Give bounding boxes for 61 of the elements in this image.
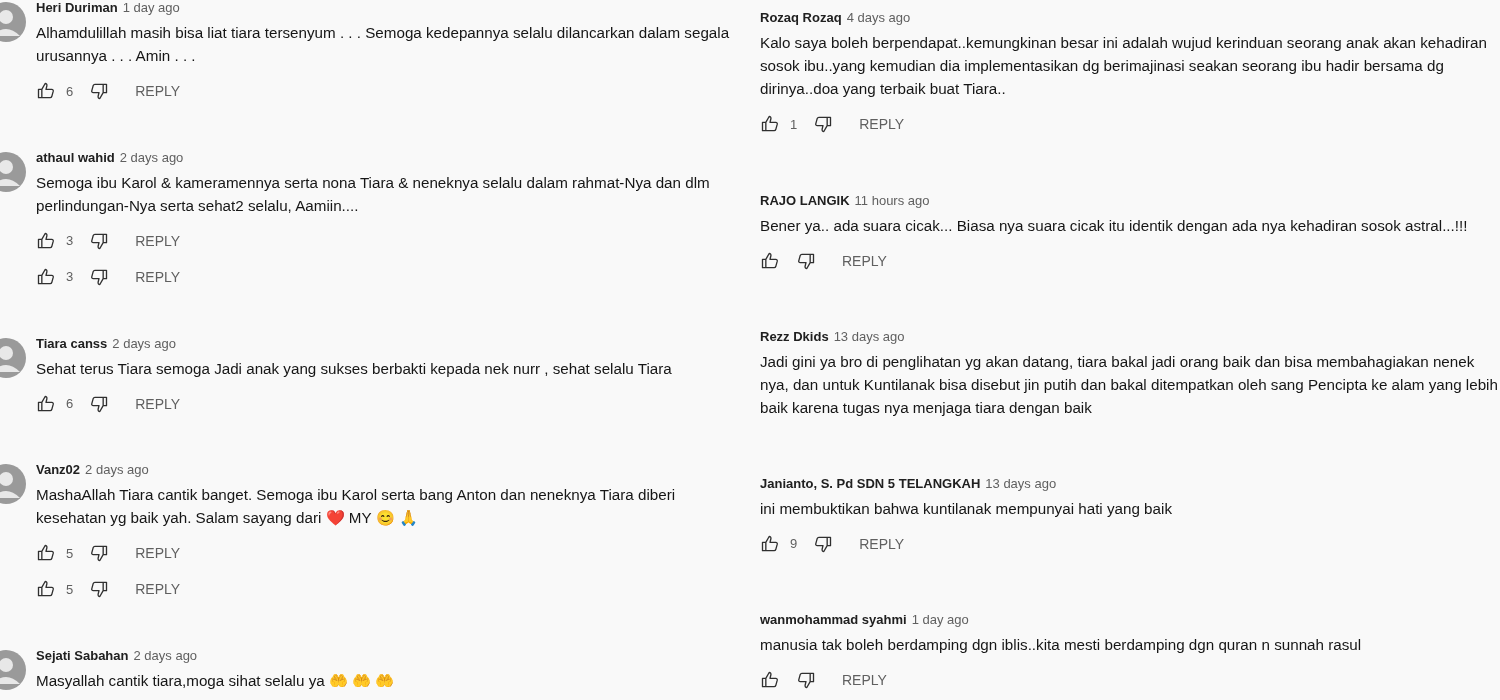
comment-time: 2 days ago: [133, 648, 198, 663]
like-count: 5: [66, 581, 74, 597]
comment-text: Kalo saya boleh berpendapat..kemungkinan besar ini adalah wujud kerinduan seorang anak akan kehadiran sosok ibu..yang kemudian dia implementasikan dg berimajinasi seakan seorang ibu hadir bersama dg dirinya..doa yang terbaik buat Tiara..: [760, 33, 1488, 99]
reply-button[interactable]: REPLY: [843, 531, 921, 556]
reply-button[interactable]: REPLY: [119, 264, 197, 289]
comment-time: 13 days ago: [985, 475, 1057, 491]
comment-time: 4 days ago: [846, 10, 911, 25]
like-count: 1: [790, 116, 798, 132]
author-name[interactable]: wanmohammad syahmi: [760, 612, 907, 627]
comment-text: ini membuktikan bahwa kuntilanak mempunyai hati yang baik: [760, 498, 1173, 519]
reply-button[interactable]: REPLY: [119, 391, 197, 416]
reply-button[interactable]: REPLY: [119, 79, 197, 103]
author-name[interactable]: Heri Duriman: [36, 0, 118, 15]
thumbs-up-icon[interactable]: [36, 81, 56, 101]
comment-time: 2 days ago: [112, 335, 176, 351]
author-name[interactable]: RAJO LANGIK: [760, 192, 850, 208]
comment-text: Masyallah cantik tiara,moga sihat selalu ya 🤲 🤲 🤲: [36, 671, 396, 691]
author-name[interactable]: Rezz Dkids: [760, 329, 829, 344]
comment-text: Semoga ibu Karol & kameramennya serta nona Tiara & neneknya selalu dalam rahmat-Nya dan dlm perlindungan-Nya serta sehat2 selalu, Aamiin....: [36, 172, 711, 216]
reply-button[interactable]: REPLY: [119, 228, 197, 253]
comment-time: 1 day ago: [911, 612, 969, 627]
like-count: 3: [66, 233, 74, 249]
comment-text: MashaAllah Tiara cantik banget. Semoga ibu Karol serta bang Anton dan neneknya Tiara diberi kesehatan yg baik yah. Salam sayang dari ❤ MY 😊 🙏: [36, 485, 677, 529]
like-count: 9: [790, 536, 798, 551]
thumbs-up-icon[interactable]: [760, 533, 780, 554]
reply-button[interactable]: REPLY: [119, 541, 197, 566]
comment-time: 11 hours ago: [854, 192, 930, 208]
reply-button[interactable]: REPLY: [119, 577, 197, 602]
comment-text: Sehat terus Tiara semoga Jadi anak yang sukses berbakti kepada nek nurr , sehat selalu Tiara: [36, 358, 673, 379]
comment-text: manusia tak boleh berdamping dgn iblis..kita mesti berdamping dgn quran n sunnah rasul: [760, 635, 1363, 655]
thumbs-up-icon[interactable]: [36, 230, 56, 251]
thumbs-up-icon[interactable]: [36, 393, 56, 414]
comment-time: 2 days ago: [119, 149, 184, 165]
thumbs-down-icon[interactable]: [89, 579, 110, 600]
author-name[interactable]: Tiara canss: [36, 335, 108, 351]
like-count: 3: [66, 269, 74, 285]
comment-time: 13 days ago: [833, 329, 905, 344]
thumbs-down-icon[interactable]: [796, 670, 816, 690]
reply-button[interactable]: REPLY: [826, 248, 903, 273]
thumbs-up-icon[interactable]: [36, 266, 56, 287]
comment-time: 1 day ago: [122, 0, 180, 15]
comment-text: Bener ya.. ada suara cicak... Biasa nya suara cicak itu identik dengan ada nya kehadiran sosok astral...!!!: [760, 215, 1469, 236]
reply-button[interactable]: REPLY: [843, 112, 921, 136]
thumbs-down-icon[interactable]: [89, 543, 110, 564]
author-name[interactable]: Rozaq Rozaq: [760, 10, 842, 25]
author-name[interactable]: athaul wahid: [36, 149, 115, 165]
thumbs-down-icon[interactable]: [813, 114, 834, 134]
thumbs-up-icon[interactable]: [760, 670, 780, 690]
thumbs-down-icon[interactable]: [89, 81, 110, 101]
thumbs-up-icon[interactable]: [760, 114, 780, 134]
thumbs-up-icon[interactable]: [760, 250, 780, 271]
reply-button[interactable]: REPLY: [826, 668, 903, 692]
author-name[interactable]: Janianto, S. Pd SDN 5 TELANGKAH: [760, 475, 981, 491]
author-name[interactable]: Vanz02: [36, 462, 81, 478]
comment-text: Jadi gini ya bro di penglihatan yg akan datang, tiara bakal jadi orang baik dan bisa membahagiakan nenek nya, dan untuk Kuntilanak bisa disebut jin putih dan bakal ditempatkan oleh sang Pencipta ke alam yang lebih baik karena tugas nya menjaga tiara dengan baik: [760, 352, 1498, 418]
like-count: 6: [66, 396, 74, 411]
like-count: 6: [66, 83, 74, 99]
comment-text: Alhamdulillah masih bisa liat tiara tersenyum . . . Semoga kedepannya selalu dilancarkan dalam segala urusannya . . . Amin . . .: [36, 23, 731, 66]
comment-time: 2 days ago: [85, 462, 149, 478]
like-count: 5: [66, 545, 74, 561]
author-name[interactable]: Sejati Sabahan: [36, 648, 129, 663]
